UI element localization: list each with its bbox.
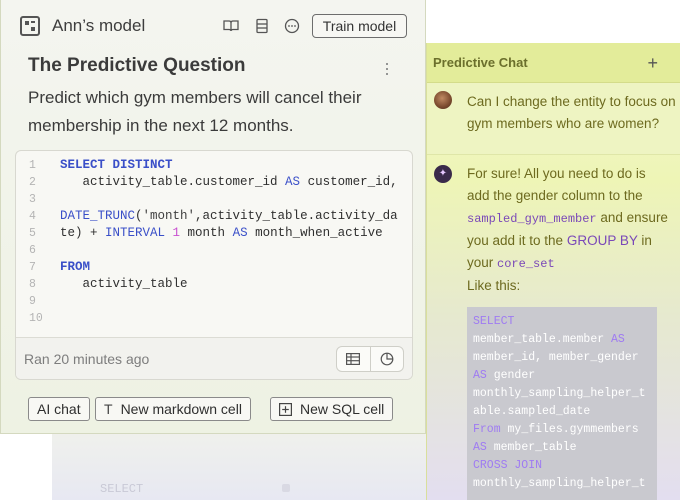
chat-title: Predictive Chat [433,55,528,70]
chart-view-button[interactable] [369,347,404,371]
sql-line: 10 [29,312,43,325]
code-line: AS gender [473,369,536,382]
code-line: From my_files.gymmembers [473,423,639,436]
app-logo-icon [20,16,40,36]
new-markdown-cell-button[interactable]: T New markdown cell [95,397,251,421]
ai-message-text: For sure! All you need to do is add the … [467,163,670,297]
code-line: monthly_sampling_helper_t [473,387,646,400]
user-message: Can I change the entity to focus on gym … [427,83,680,155]
plus-square-icon [279,402,292,416]
notebook-panel: Ann’s model Train model The Predictive Q… [0,0,426,434]
code-line: AS member_table [473,441,577,454]
sql-line: 3 [29,193,36,206]
ai-code-block[interactable]: SELECT member_table.member AS member_id,… [467,307,657,500]
predictive-question-title: The Predictive Question [28,55,246,76]
database-icon[interactable] [254,18,270,34]
predictive-question-text[interactable]: Predict which gym members will cancel th… [28,84,388,140]
user-avatar [434,91,452,109]
ai-chat-label: AI chat [37,401,81,417]
user-message-text: Can I change the entity to focus on gym … [467,94,676,131]
new-sql-label: New SQL cell [300,401,385,417]
sql-line: 4 DATE_TRUNC('month',activity_table.activ… [29,209,398,223]
train-model-button[interactable]: Train model [312,14,407,38]
ai-sparkle-icon: ✦ [434,165,452,183]
predictive-chat-panel: Predictive Chat + Can I change the entit… [426,43,680,500]
code-line: monthly_sampling_helper_t [473,477,646,490]
ai-inline-keyword: GROUP BY [566,233,638,248]
text-icon: T [104,401,113,417]
book-icon[interactable] [223,18,239,34]
sql-line: 6 [29,244,36,257]
app-stage: SELECT Predictive Chat + Can I change th… [0,0,680,500]
code-line: member_table.member AS [473,333,625,346]
ai-text-part: For sure! All you need to do is add the … [467,166,646,203]
sql-line: 5 te) + INTERVAL 1 month AS month_when_ac… [29,226,383,240]
ai-chat-button[interactable]: AI chat [28,397,90,421]
code-line: CROSS JOIN [473,459,543,472]
result-view-toggle [336,346,404,372]
chat-header: Predictive Chat + [427,43,680,83]
new-markdown-label: New markdown cell [120,401,242,417]
new-sql-cell-button[interactable]: New SQL cell [270,397,394,421]
table-view-button[interactable] [337,347,370,371]
sql-cell[interactable]: 1 SELECT DISTINCT 2 activity_table.custom… [15,150,413,380]
chat-bubble-icon[interactable] [284,18,300,34]
sql-line: 2 activity_table.customer_id AS customer… [29,175,398,189]
new-chat-plus-icon[interactable]: + [647,54,658,72]
ai-message: ✦ For sure! All you need to do is add th… [427,155,680,500]
sql-cell-footer: Ran 20 minutes ago [16,337,412,379]
background-ghost-icon [282,484,290,492]
pie-chart-icon [380,352,394,366]
background-ghost-text: SELECT [100,482,144,496]
run-status: Ran 20 minutes ago [24,351,150,367]
model-name[interactable]: Ann’s model [52,16,145,36]
sql-line: 8 activity_table [29,277,188,291]
ai-text-part: Like this: [467,278,521,293]
code-line: SELECT [473,315,515,328]
ai-inline-code: sampled_gym_member [467,212,597,226]
kebab-icon[interactable] [383,63,391,79]
ai-inline-code: core_set [497,257,555,271]
sql-line: 1 SELECT DISTINCT [29,158,173,172]
sql-line: 7 FROM [29,260,91,274]
code-line: able.sampled_date [473,405,591,418]
sql-line: 9 [29,295,36,308]
sql-editor[interactable]: 1 SELECT DISTINCT 2 activity_table.custom… [16,157,412,327]
code-line: member_id, member_gender [473,351,639,364]
table-icon [346,353,361,365]
